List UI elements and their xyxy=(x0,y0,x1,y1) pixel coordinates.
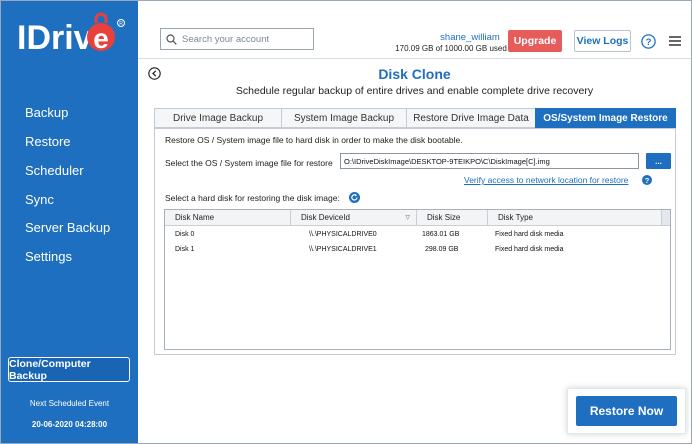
upgrade-button[interactable]: Upgrade xyxy=(508,30,562,52)
tab-os-system-image-restore[interactable]: OS/System Image Restore xyxy=(535,108,676,128)
select-disk-label: Select a hard disk for restoring the dis… xyxy=(165,193,340,203)
sidebar-item-scheduler[interactable]: Scheduler xyxy=(25,163,84,178)
image-path-input[interactable] xyxy=(340,153,639,169)
cell-disk-size: 1863.01 GB xyxy=(422,231,460,238)
column-disk-deviceid[interactable]: Disk DeviceId ▽ xyxy=(291,210,417,225)
page-title: Disk Clone xyxy=(378,66,451,82)
idrive-logo: IDriv e R xyxy=(17,12,125,57)
cell-disk-type: Fixed hard disk media xyxy=(495,231,564,238)
next-scheduled-event-label: Next Scheduled Event xyxy=(29,399,110,408)
restore-now-button[interactable]: Restore Now xyxy=(576,396,677,426)
table-row-disk-0[interactable]: Disk 0 \\.\PHYSICALDRIVE0 1863.01 GB Fix… xyxy=(165,227,670,242)
verify-help-icon[interactable]: ? xyxy=(642,175,652,185)
panel-description: Restore OS / System image file to hard d… xyxy=(165,135,463,145)
tab-bar: Drive Image Backup System Image Backup R… xyxy=(154,108,676,128)
restore-now-container: Restore Now xyxy=(567,388,686,434)
column-disk-size[interactable]: Disk Size xyxy=(417,210,488,225)
column-disk-type[interactable]: Disk Type xyxy=(488,210,662,225)
cell-disk-size: 298.09 GB xyxy=(425,246,459,253)
tab-restore-drive-image-data[interactable]: Restore Drive Image Data xyxy=(406,108,535,128)
sidebar-item-restore[interactable]: Restore xyxy=(25,134,71,149)
top-bar: shane_william 170.09 GB of 1000.00 GB us… xyxy=(138,1,691,59)
svg-text:?: ? xyxy=(645,176,650,185)
column-disk-name[interactable]: Disk Name xyxy=(165,210,291,225)
cell-disk-name: Disk 0 xyxy=(175,231,195,238)
sidebar: IDriv e R Backup Restore Scheduler Sync … xyxy=(1,1,138,443)
tab-system-image-backup[interactable]: System Image Backup xyxy=(281,108,406,128)
sidebar-item-backup[interactable]: Backup xyxy=(25,105,68,120)
sort-icon: ▽ xyxy=(405,215,410,221)
column-disk-deviceid-label: Disk DeviceId xyxy=(301,213,350,222)
svg-text:?: ? xyxy=(646,37,652,48)
svg-text:IDriv: IDriv xyxy=(17,19,93,57)
cell-disk-deviceid: \\.\PHYSICALDRIVE1 xyxy=(309,246,377,253)
search-box[interactable] xyxy=(160,28,314,50)
help-icon[interactable]: ? xyxy=(641,34,656,49)
table-row-disk-1[interactable]: Disk 1 \\.\PHYSICALDRIVE1 298.09 GB Fixe… xyxy=(165,242,670,257)
cell-disk-deviceid: \\.\PHYSICALDRIVE0 xyxy=(309,231,377,238)
sidebar-item-settings[interactable]: Settings xyxy=(25,249,72,264)
sidebar-item-server-backup[interactable]: Server Backup xyxy=(25,220,110,235)
app-window: IDriv e R Backup Restore Scheduler Sync … xyxy=(0,0,692,444)
page-subtitle: Schedule regular backup of entire drives… xyxy=(235,85,594,97)
svg-text:e: e xyxy=(93,23,109,54)
cell-disk-name: Disk 1 xyxy=(175,246,195,253)
table-scroll-gutter xyxy=(662,210,670,225)
svg-text:R: R xyxy=(119,21,123,27)
cell-disk-type: Fixed hard disk media xyxy=(495,246,564,253)
search-input[interactable] xyxy=(182,33,302,45)
table-header: Disk Name Disk DeviceId ▽ Disk Size Disk… xyxy=(165,210,670,226)
storage-usage: 170.09 GB of 1000.00 GB used xyxy=(395,44,507,53)
browse-button[interactable]: ... xyxy=(646,153,671,169)
verify-network-access-link[interactable]: Verify access to network location for re… xyxy=(464,175,628,185)
sidebar-item-sync[interactable]: Sync xyxy=(25,192,54,207)
view-logs-button[interactable]: View Logs xyxy=(574,30,631,52)
restore-panel: Restore OS / System image file to hard d… xyxy=(154,128,676,355)
refresh-icon[interactable] xyxy=(349,192,360,203)
clone-computer-backup-button[interactable]: Clone/Computer Backup xyxy=(8,357,130,382)
tab-drive-image-backup[interactable]: Drive Image Backup xyxy=(154,108,281,128)
search-icon xyxy=(166,33,177,45)
menu-icon[interactable] xyxy=(668,34,682,48)
next-scheduled-event-date: 20-06-2020 04:28:00 xyxy=(31,420,108,429)
disk-table: Disk Name Disk DeviceId ▽ Disk Size Disk… xyxy=(164,209,671,350)
image-file-label: Select the OS / System image file for re… xyxy=(165,158,333,168)
